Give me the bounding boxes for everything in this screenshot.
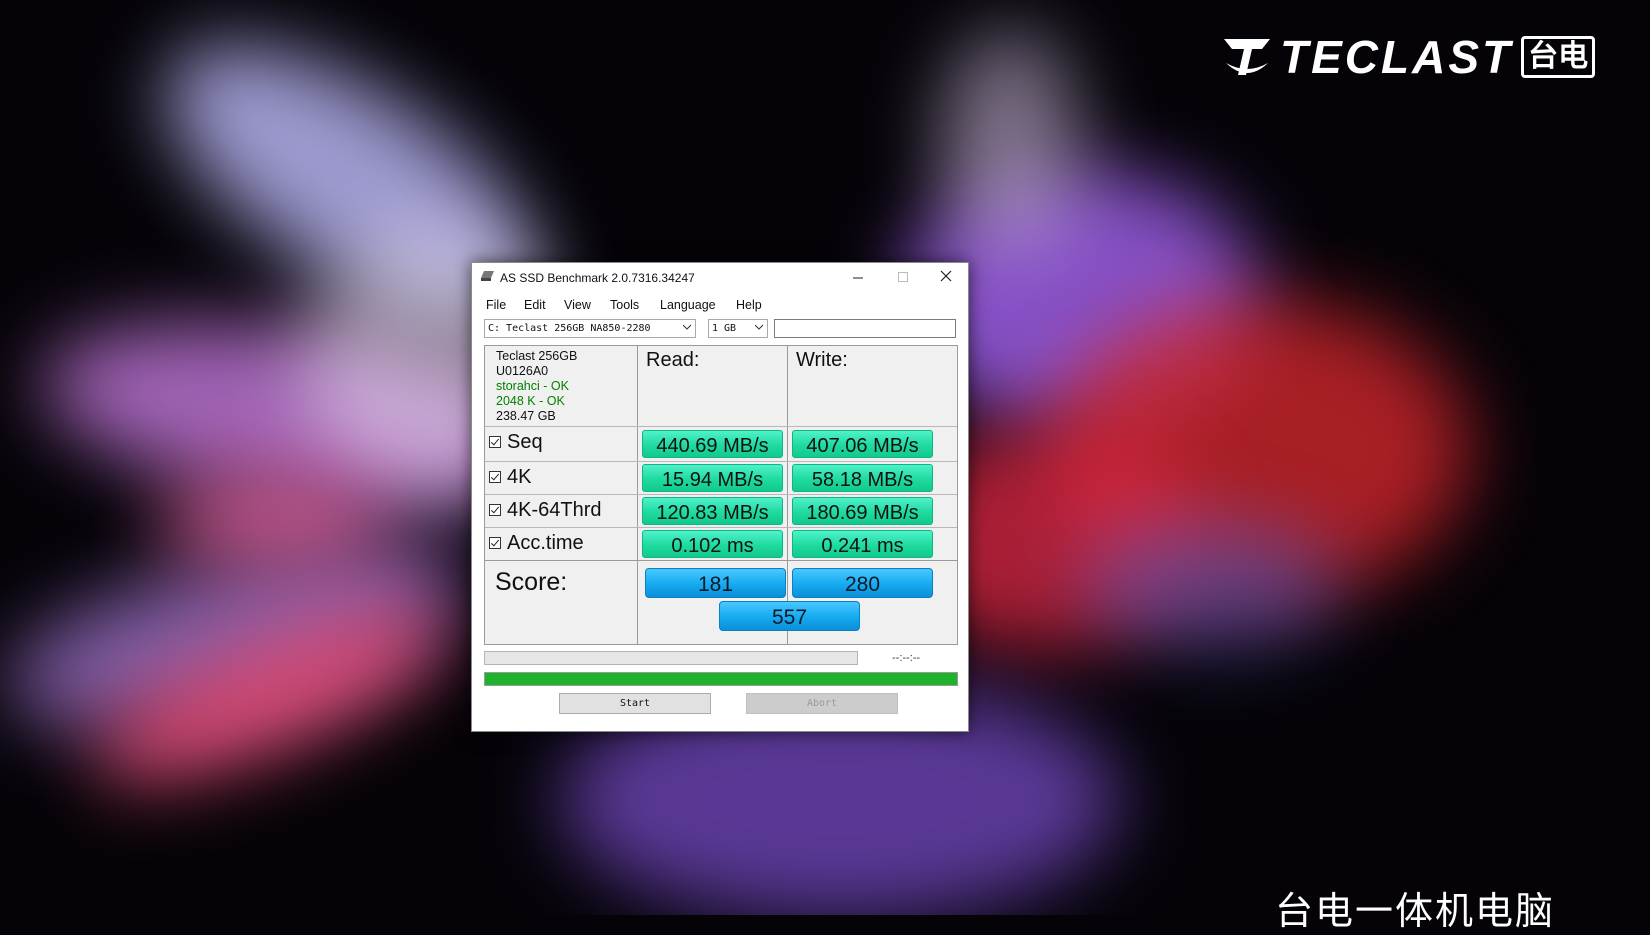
- menu-view[interactable]: View: [564, 298, 591, 312]
- drive-firmware: U0126A0: [496, 364, 549, 378]
- read-score: 181: [645, 568, 786, 598]
- total-score: 557: [719, 601, 860, 631]
- drive-capacity: 238.47 GB: [496, 409, 556, 423]
- seq-write-result: 407.06 MB/s: [792, 430, 933, 458]
- seq-test-toggle[interactable]: Seq: [489, 430, 543, 454]
- acctime-write-result: 0.241 ms: [792, 530, 933, 558]
- close-button[interactable]: [924, 263, 968, 293]
- close-icon: [940, 270, 952, 282]
- elapsed-time: --:--:--: [892, 652, 921, 664]
- alignment-status: 2048 K - OK: [496, 394, 565, 408]
- start-button[interactable]: Start: [559, 693, 711, 714]
- as-ssd-window: AS SSD Benchmark 2.0.7316.34247 File Edi…: [471, 262, 969, 732]
- 4k64-read-result: 120.83 MB/s: [642, 497, 783, 525]
- 4k-test-toggle[interactable]: 4K: [489, 465, 531, 489]
- menu-file[interactable]: File: [486, 298, 506, 312]
- abort-button[interactable]: Abort: [746, 693, 898, 714]
- results-grid: Teclast 256GB U0126A0 storahci - OK 2048…: [484, 345, 958, 645]
- test-label: 4K: [507, 465, 532, 488]
- drive-select[interactable]: C: Teclast 256GB NA850-2280: [484, 319, 696, 338]
- test-size-select[interactable]: 1 GB: [708, 319, 768, 338]
- maximize-icon: [897, 272, 908, 282]
- checkbox-icon[interactable]: [489, 504, 501, 516]
- overall-progress-fill: [485, 673, 957, 685]
- seq-read-result: 440.69 MB/s: [642, 430, 783, 458]
- write-score: 280: [792, 568, 933, 598]
- acctime-read-result: 0.102 ms: [642, 530, 783, 558]
- drive-name: Teclast 256GB: [496, 349, 578, 363]
- brand-name: TECLAST: [1280, 31, 1514, 83]
- 4k64-write-result: 180.69 MB/s: [792, 497, 933, 525]
- driver-status: storahci - OK: [496, 379, 569, 393]
- menu-help[interactable]: Help: [736, 298, 762, 312]
- read-column-header: Read:: [646, 349, 700, 371]
- menu-language[interactable]: Language: [660, 298, 716, 312]
- 4k64-test-toggle[interactable]: 4K-64Thrd: [489, 498, 602, 522]
- teclast-logo: TECLAST 台电: [1222, 30, 1596, 84]
- drive-info: Teclast 256GB U0126A0 storahci - OK 2048…: [496, 349, 577, 424]
- menu-edit[interactable]: Edit: [524, 298, 546, 312]
- overall-progress-bar: [484, 672, 958, 686]
- checkbox-icon[interactable]: [489, 537, 501, 549]
- score-label: Score:: [495, 568, 568, 596]
- acctime-test-toggle[interactable]: Acc.time: [489, 531, 584, 555]
- chevron-down-icon: [683, 324, 691, 330]
- test-size-value: 1 GB: [712, 323, 737, 334]
- wallpaper-caption: 台电一体机电脑: [1275, 891, 1556, 933]
- menu-tools[interactable]: Tools: [610, 298, 639, 312]
- maximize-button[interactable]: [881, 263, 925, 293]
- 4k-read-result: 15.94 MB/s: [642, 464, 783, 492]
- current-progress-bar: [484, 651, 858, 665]
- test-label: Seq: [507, 430, 543, 453]
- drive-icon: [481, 271, 494, 281]
- status-field[interactable]: [774, 319, 956, 338]
- title-bar[interactable]: AS SSD Benchmark 2.0.7316.34247: [472, 263, 968, 293]
- 4k-write-result: 58.18 MB/s: [792, 464, 933, 492]
- test-label: Acc.time: [507, 531, 584, 554]
- teclast-mark-icon: [1224, 39, 1270, 75]
- window-title: AS SSD Benchmark 2.0.7316.34247: [500, 271, 695, 285]
- minimize-button[interactable]: [836, 263, 880, 293]
- checkbox-icon[interactable]: [489, 436, 501, 448]
- checkbox-icon[interactable]: [489, 471, 501, 483]
- write-column-header: Write:: [796, 349, 848, 371]
- brand-chinese-name: 台电: [1521, 36, 1596, 78]
- chevron-down-icon: [755, 324, 763, 330]
- drive-select-value: C: Teclast 256GB NA850-2280: [488, 323, 651, 334]
- minimize-icon: [852, 277, 863, 279]
- test-label: 4K-64Thrd: [507, 498, 602, 521]
